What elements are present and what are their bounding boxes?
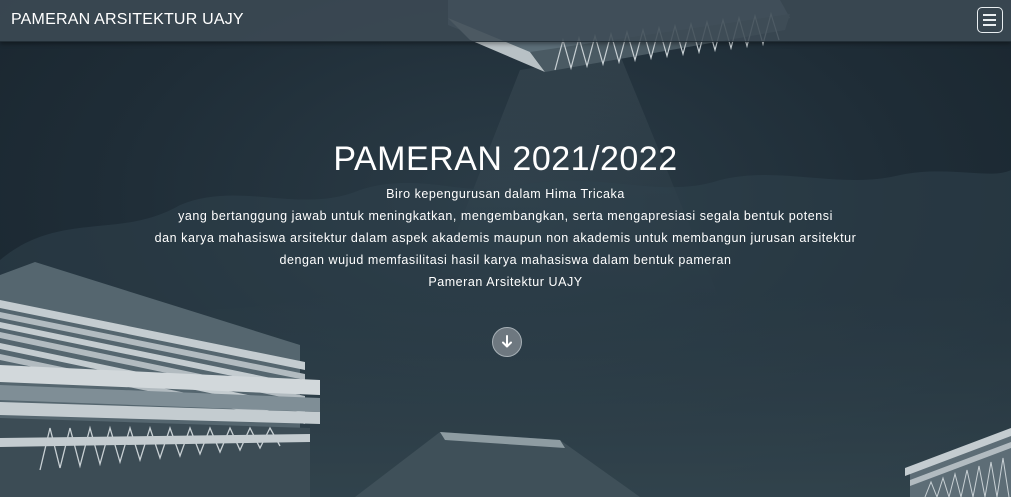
hero-line-2: yang bertanggung jawab untuk meningkatka… bbox=[178, 209, 833, 223]
hero-line-3: dan karya mahasiswa arsitektur dalam asp… bbox=[154, 231, 857, 245]
arrow-down-icon bbox=[502, 335, 512, 348]
menu-bar-middle bbox=[983, 19, 996, 21]
menu-bar-bottom bbox=[983, 24, 996, 26]
scroll-down-button[interactable] bbox=[492, 327, 522, 357]
menu-bar-top bbox=[983, 14, 996, 16]
hero-line-1: Biro kepengurusan dalam Hima Tricaka bbox=[386, 187, 625, 201]
hero-title: PAMERAN 2021/2022 bbox=[333, 140, 678, 178]
hero-line-5: Pameran Arsitektur UAJY bbox=[428, 275, 583, 289]
brand-title[interactable]: PAMERAN ARSITEKTUR UAJY bbox=[11, 11, 244, 29]
hero-line-4: dengan wujud memfasilitasi hasil karya m… bbox=[279, 253, 732, 267]
hamburger-menu-icon[interactable] bbox=[977, 7, 1003, 33]
top-navbar: PAMERAN ARSITEKTUR UAJY bbox=[0, 0, 1011, 42]
hero-section: PAMERAN 2021/2022 Biro kepengurusan dala… bbox=[0, 140, 1011, 293]
hero-page: PAMERAN ARSITEKTUR UAJY PAMERAN 2021/202… bbox=[0, 0, 1011, 497]
